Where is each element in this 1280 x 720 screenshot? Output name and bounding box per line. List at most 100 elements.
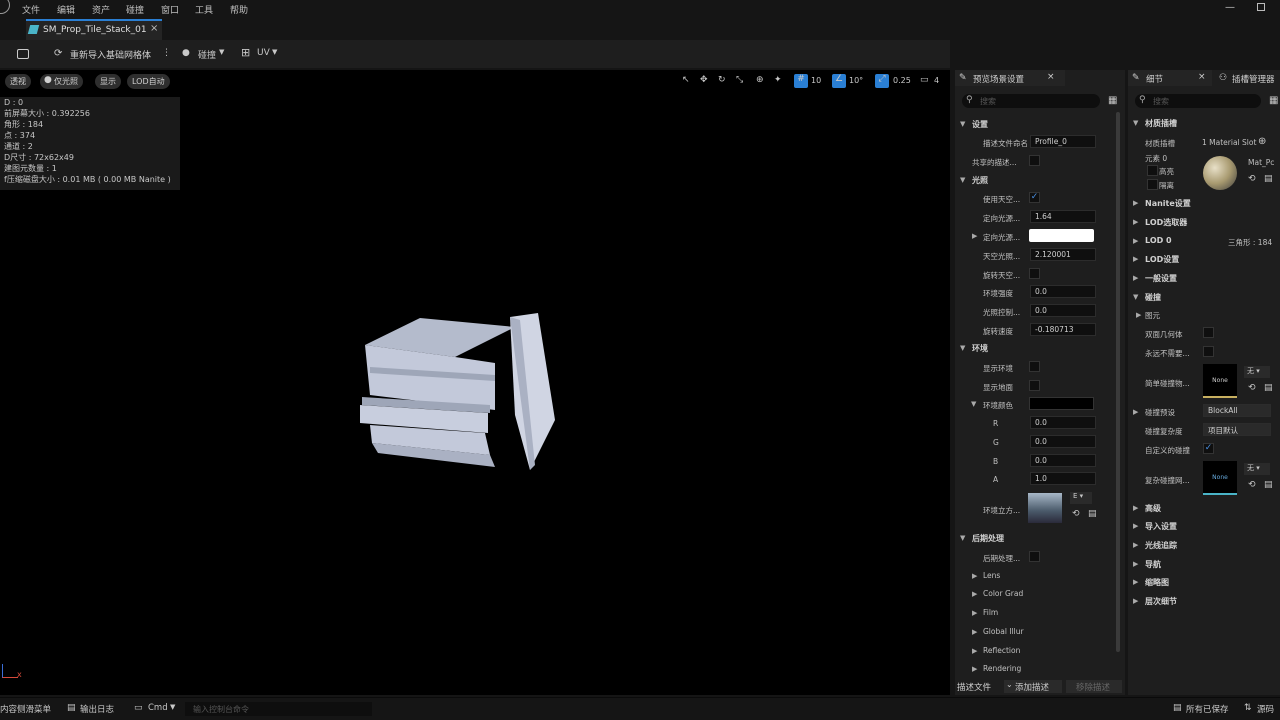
expand-arrow-icon[interactable]: ▶ [972, 609, 977, 617]
collision-dropdown[interactable]: 碰撞 [198, 48, 216, 61]
complex-mesh-dropdown[interactable]: 无 ▾ [1244, 463, 1270, 475]
cubemap-thumbnail[interactable] [1028, 493, 1062, 523]
expand-arrow-icon[interactable]: ▼ [971, 400, 976, 408]
angle-snap-value[interactable]: 10° [849, 76, 863, 85]
chevron-down-icon[interactable]: ▼ [272, 48, 277, 56]
details-search-input[interactable]: 搜索 [1135, 94, 1261, 108]
browse-icon[interactable]: ▤ [1264, 383, 1273, 393]
expand-arrow-icon[interactable]: ▶ [972, 590, 977, 598]
navigation-row[interactable]: 导航 [1145, 559, 1161, 570]
grid-snap-value[interactable]: 10 [811, 76, 821, 85]
rotate-icon[interactable]: ↻ [718, 75, 726, 85]
light-control-field[interactable]: 0.0 [1030, 304, 1096, 317]
chevron-down-icon[interactable]: ▼ [219, 48, 224, 56]
lod0-row[interactable]: LOD 0 [1145, 236, 1172, 245]
expand-arrow-icon[interactable]: ▼ [1133, 119, 1138, 127]
lod-settings-row[interactable]: LOD设置 [1145, 254, 1179, 265]
expand-arrow-icon[interactable]: ▶ [1133, 237, 1138, 245]
post-item-color-grading[interactable]: Color Grad [983, 589, 1023, 598]
profile-name-field[interactable]: Profile_0 [1030, 135, 1096, 148]
isolate-checkbox[interactable] [1147, 179, 1158, 190]
custom-collision-checkbox[interactable]: ✓ [1203, 443, 1214, 454]
sky-light-field[interactable]: 2.120001 [1030, 248, 1096, 261]
reimport-button[interactable]: 重新导入基础网格体 [70, 48, 151, 61]
expand-arrow-icon[interactable]: ▼ [960, 120, 965, 128]
expand-arrow-icon[interactable]: ▶ [1133, 408, 1138, 416]
browse-icon[interactable]: ▤ [1088, 509, 1097, 519]
preview-scene-tab[interactable]: ✎ 预览场景设置 × [955, 70, 1065, 86]
hlod-row[interactable]: 层次细节 [1145, 596, 1177, 607]
expand-arrow-icon[interactable]: ▶ [1133, 504, 1138, 512]
chevron-down-icon[interactable]: ▼ [170, 703, 175, 711]
minimize-icon[interactable]: — [1225, 2, 1235, 13]
close-tab-icon[interactable]: × [1047, 72, 1055, 82]
scale-icon[interactable]: ⤡ [736, 75, 743, 85]
lod-picker-row[interactable]: LOD选取器 [1145, 217, 1187, 228]
post-item-rendering[interactable]: Rendering [983, 664, 1021, 673]
reset-icon[interactable]: ⟲ [1248, 480, 1256, 490]
perspective-button[interactable]: 透视 [5, 74, 31, 89]
console-input[interactable]: 输入控制台命令 [185, 702, 372, 716]
asset-tab[interactable]: SM_Prop_Tile_Stack_01 × [26, 19, 162, 40]
menu-help[interactable]: 帮助 [230, 3, 248, 16]
expand-arrow-icon[interactable]: ▼ [1133, 293, 1138, 301]
rotate-sky-checkbox[interactable] [1029, 268, 1040, 279]
directional-color-swatch[interactable] [1029, 229, 1094, 242]
select-icon[interactable]: ↖ [682, 75, 690, 85]
expand-arrow-icon[interactable]: ▶ [1133, 578, 1138, 586]
lod-button[interactable]: LOD自动 [127, 74, 170, 89]
add-profile-button[interactable]: ⌄ 添加描述 [1004, 680, 1062, 693]
show-env-checkbox[interactable] [1029, 361, 1040, 372]
post-item-gi[interactable]: Global Illur [983, 627, 1024, 636]
complex-mesh-thumbnail[interactable]: None [1203, 461, 1237, 495]
expand-arrow-icon[interactable]: ▼ [960, 176, 965, 184]
scale-snap-value[interactable]: 0.25 [893, 76, 911, 85]
translate-icon[interactable]: ✥ [700, 75, 708, 85]
env-color-swatch[interactable] [1029, 397, 1094, 410]
view-options-icon[interactable]: ▦ [1108, 95, 1117, 106]
add-slot-icon[interactable]: ⊕ [1258, 136, 1266, 147]
simple-collision-dropdown[interactable]: 无 ▾ [1244, 366, 1270, 378]
double-sided-checkbox[interactable] [1203, 327, 1214, 338]
details-tab[interactable]: ✎ 细节 × [1128, 70, 1212, 86]
menu-tools[interactable]: 工具 [195, 3, 213, 16]
g-field[interactable]: 0.0 [1030, 435, 1096, 448]
angle-snap-icon[interactable]: ∠ [832, 74, 846, 88]
primitive-label[interactable]: 图元 [1145, 310, 1160, 321]
browse-icon[interactable]: ▤ [1264, 480, 1273, 490]
all-saved-label[interactable]: 所有已保存 [1186, 703, 1229, 715]
output-log-button[interactable]: 输出日志 [80, 703, 114, 715]
post-item-reflection[interactable]: Reflection [983, 646, 1020, 655]
ray-tracing-row[interactable]: 光线追踪 [1145, 540, 1177, 551]
advanced-row[interactable]: 高级 [1145, 503, 1161, 514]
lit-mode-button[interactable]: ● 仅光照 [40, 74, 83, 89]
camera-speed-icon[interactable]: ▭ [920, 75, 929, 85]
general-settings-row[interactable]: 一般设置 [1145, 273, 1177, 284]
expand-arrow-icon[interactable]: ▶ [1133, 255, 1138, 263]
uv-dropdown[interactable]: UV [257, 48, 270, 58]
scale-snap-icon[interactable]: ⤢ [875, 74, 889, 88]
content-drawer-button[interactable]: 内容侧滑菜单 [0, 703, 51, 715]
environment-section[interactable]: 环境 [972, 343, 988, 354]
material-thumbnail[interactable] [1203, 156, 1237, 190]
expand-arrow-icon[interactable]: ▶ [1136, 311, 1141, 319]
lighting-section[interactable]: 光照 [972, 175, 988, 186]
expand-arrow-icon[interactable]: ▶ [972, 665, 977, 673]
collision-complexity-dropdown[interactable]: 项目默认 [1203, 423, 1271, 436]
remove-profile-button[interactable]: 移除描述 [1066, 680, 1122, 693]
post-process-checkbox[interactable] [1029, 551, 1040, 562]
collision-preset-dropdown[interactable]: BlockAll [1203, 404, 1271, 417]
view-options-icon[interactable]: ▦ [1269, 95, 1278, 106]
cmd-dropdown[interactable]: Cmd [148, 703, 168, 713]
source-control-button[interactable]: 源码 [1257, 703, 1274, 715]
expand-arrow-icon[interactable]: ▶ [1133, 541, 1138, 549]
material-slots-section[interactable]: 材质插槽 [1145, 118, 1177, 129]
surface-snap-icon[interactable]: ✦ [774, 75, 782, 85]
expand-arrow-icon[interactable]: ▶ [1133, 274, 1138, 282]
restore-icon[interactable] [1257, 3, 1265, 11]
browse-icon[interactable]: ▤ [1264, 174, 1273, 184]
collision-section[interactable]: 碰撞 [1145, 292, 1161, 303]
expand-arrow-icon[interactable]: ▶ [1133, 199, 1138, 207]
menu-asset[interactable]: 资产 [92, 3, 110, 16]
close-tab-icon[interactable]: × [1198, 72, 1206, 82]
